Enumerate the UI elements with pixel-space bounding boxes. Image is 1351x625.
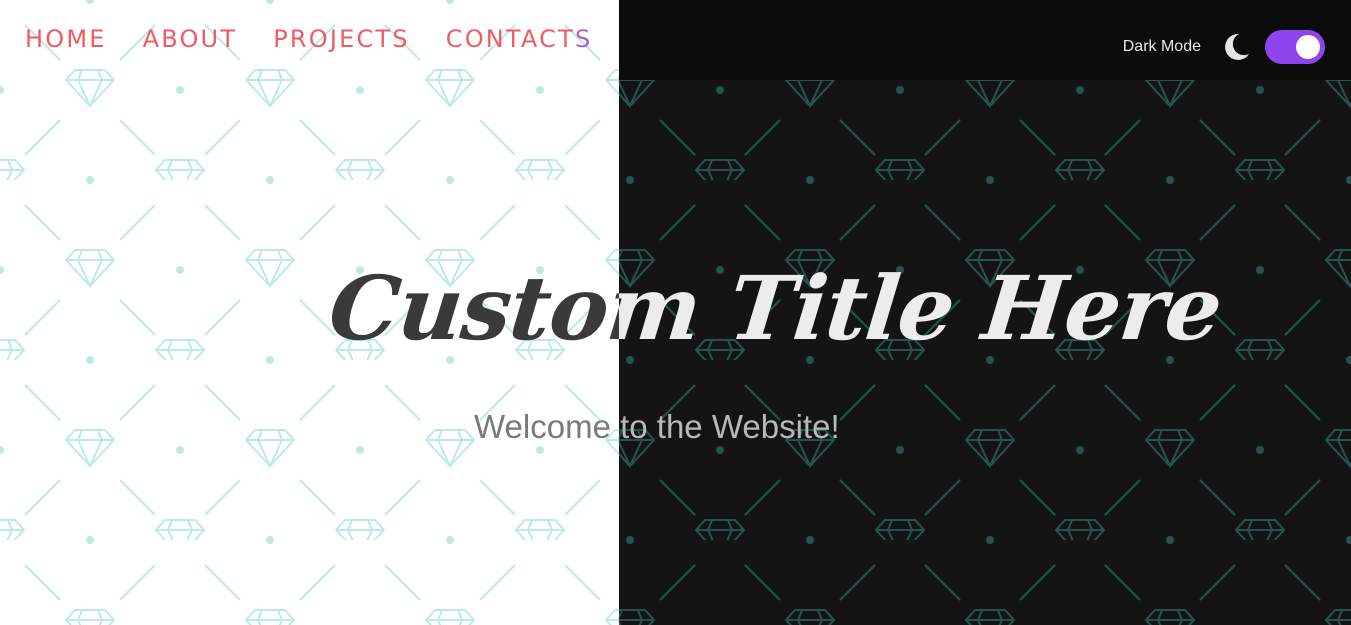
dark-theme-panel (619, 0, 1351, 625)
hero-subtitle-text-dark: Welcome to the Website! (619, 408, 840, 445)
light-theme-panel (0, 0, 619, 625)
dark-mode-label: Dark Mode (1122, 38, 1201, 55)
nav-link-about[interactable]: ABOUT (143, 22, 238, 56)
dark-mode-toggle[interactable] (1265, 30, 1325, 64)
diamond-pattern-dark (619, 0, 1351, 625)
moon-icon (1221, 32, 1251, 62)
nav-link-projects[interactable]: PROJECTS (273, 22, 410, 56)
dark-mode-control: Dark Mode (1123, 30, 1325, 64)
main-navigation: HOME ABOUT PROJECTS CONTACTS (25, 22, 592, 56)
diamond-pattern-light (0, 0, 619, 625)
hero-subtitle-text: Welcome to the Website! (474, 408, 619, 445)
toggle-knob (1296, 35, 1320, 59)
nav-link-home[interactable]: HOME (25, 22, 107, 56)
nav-link-contacts[interactable]: CONTACTS (446, 22, 593, 56)
hero-subtitle: Welcome to the Website! Welcome to the W… (0, 406, 1351, 448)
